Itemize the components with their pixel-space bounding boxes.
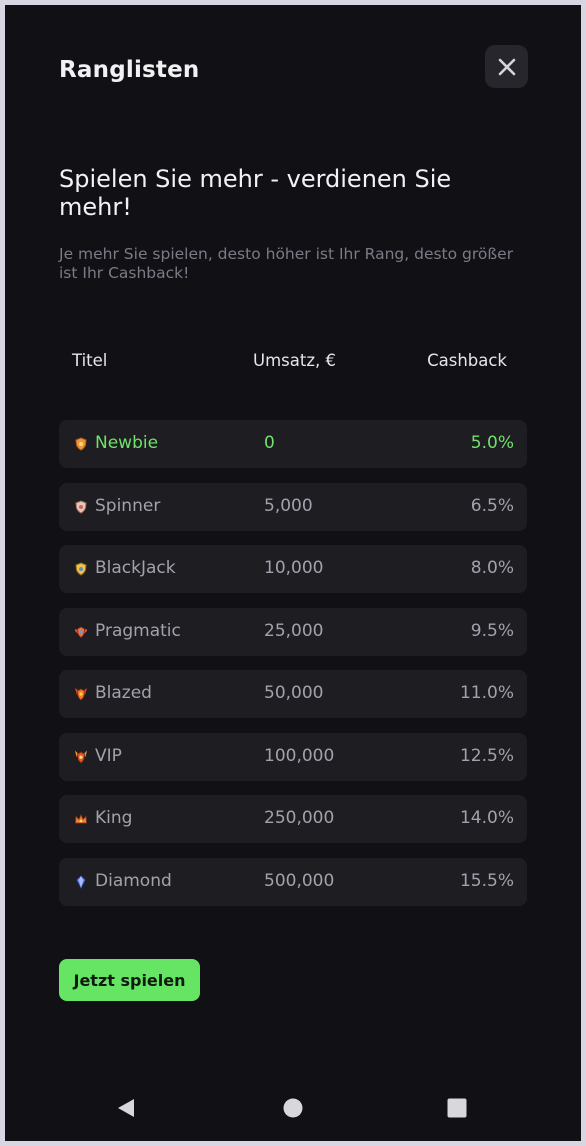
rank-cashback: 9.5% <box>470 620 514 641</box>
rank-row-diamond: Diamond 500,000 15.5% <box>59 857 527 906</box>
rank-turnover: 250,000 <box>264 808 335 828</box>
diamond-icon <box>76 874 86 889</box>
close-button[interactable] <box>485 45 528 88</box>
rank-row-vip: VIP 100,000 12.5% <box>59 732 527 781</box>
system-navigation-bar <box>5 1085 581 1131</box>
play-now-button[interactable]: Jetzt spielen <box>59 959 200 1001</box>
column-header-title: Titel <box>72 351 108 370</box>
rank-name: Pragmatic <box>95 620 181 641</box>
close-icon <box>498 58 515 75</box>
nav-recents-button[interactable] <box>437 1085 477 1131</box>
rank-cashback: 5.0% <box>470 433 514 453</box>
home-circle-icon <box>283 1098 303 1118</box>
horned-shield-icon <box>75 750 87 764</box>
rank-turnover: 25,000 <box>264 620 324 641</box>
rank-name: Spinner <box>95 495 161 516</box>
subtext: Je mehr Sie spielen, desto höher ist Ihr… <box>59 245 514 282</box>
rank-turnover: 100,000 <box>264 745 335 766</box>
rank-row-pragmatic: Pragmatic 25,000 9.5% <box>59 607 527 656</box>
column-header-cashback: Cashback <box>427 351 507 370</box>
recents-square-icon <box>447 1098 467 1118</box>
rank-row-newbie: Newbie 0 5.0% <box>59 420 527 468</box>
rank-name: VIP <box>95 745 122 766</box>
rank-table: Newbie 0 5.0% Spinner 5,000 6.5% BlackJa… <box>59 420 527 920</box>
rank-name: Diamond <box>95 870 172 891</box>
rank-turnover: 0 <box>264 433 275 453</box>
rank-row-king: King 250,000 14.0% <box>59 795 527 843</box>
rank-turnover: 5,000 <box>264 495 313 516</box>
rank-name: Blazed <box>95 683 152 703</box>
rank-name: BlackJack <box>95 558 176 578</box>
rank-row-blackjack: BlackJack 10,000 8.0% <box>59 545 527 593</box>
rank-turnover: 50,000 <box>264 683 324 703</box>
flame-shield-icon <box>75 688 87 701</box>
back-triangle-icon <box>118 1099 134 1117</box>
rank-cashback: 8.0% <box>470 558 514 578</box>
rank-cashback: 11.0% <box>459 683 514 703</box>
shield-silver-icon <box>75 499 87 514</box>
rank-cashback: 15.5% <box>459 870 514 891</box>
shield-bronze-icon <box>75 437 87 451</box>
crown-icon <box>75 814 87 824</box>
rank-turnover: 500,000 <box>264 870 335 891</box>
ranks-modal: Ranglisten Spielen Sie mehr - verdienen … <box>5 5 581 1141</box>
rank-cashback: 14.0% <box>459 808 514 828</box>
rank-cashback: 6.5% <box>470 495 514 516</box>
rank-turnover: 10,000 <box>264 558 324 578</box>
rank-name: Newbie <box>95 433 159 453</box>
winged-shield-icon <box>75 626 87 638</box>
nav-back-button[interactable] <box>106 1085 146 1131</box>
rank-row-blazed: Blazed 50,000 11.0% <box>59 670 527 718</box>
rank-row-spinner: Spinner 5,000 6.5% <box>59 482 527 531</box>
page-title: Ranglisten <box>59 57 200 83</box>
nav-home-button[interactable] <box>273 1085 313 1131</box>
rank-cashback: 12.5% <box>459 745 514 766</box>
headline: Spielen Sie mehr - verdienen Sie mehr! <box>59 165 452 221</box>
shield-gold-icon <box>75 562 87 576</box>
column-header-turnover: Umsatz, € <box>253 351 336 370</box>
rank-name: King <box>95 808 133 828</box>
